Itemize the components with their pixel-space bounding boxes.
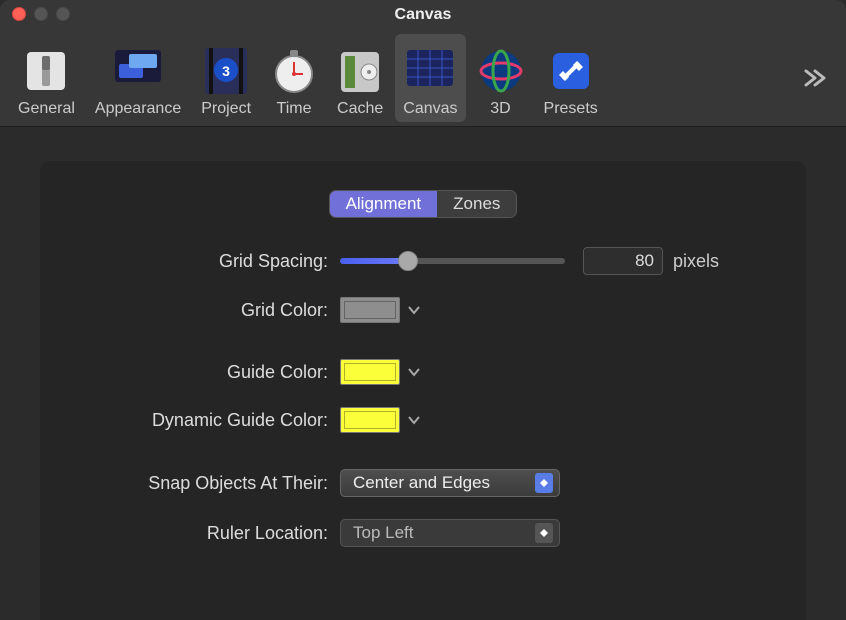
tab-label: Presets bbox=[544, 100, 598, 118]
tab-3d[interactable]: 3D bbox=[470, 34, 532, 122]
content-area: Alignment Zones Grid Spacing: 80 pixels … bbox=[0, 127, 846, 620]
preferences-window: Canvas General Appearance 3 Project Tim bbox=[0, 0, 846, 620]
grid-spacing-field[interactable]: 80 bbox=[583, 247, 663, 275]
tab-canvas[interactable]: Canvas bbox=[395, 34, 465, 122]
settings-panel: Alignment Zones Grid Spacing: 80 pixels … bbox=[40, 161, 806, 620]
tab-label: Appearance bbox=[95, 100, 181, 118]
general-icon bbox=[23, 48, 69, 94]
ruler-location-row: Ruler Location: Top Left bbox=[70, 519, 776, 547]
subview-tabs: Alignment Zones bbox=[330, 191, 517, 217]
tab-presets[interactable]: Presets bbox=[536, 34, 606, 122]
time-icon bbox=[271, 48, 317, 94]
tab-label: Project bbox=[201, 100, 251, 118]
project-icon: 3 bbox=[203, 48, 249, 94]
popup-value: Top Left bbox=[353, 523, 414, 543]
tab-alignment[interactable]: Alignment bbox=[330, 191, 438, 217]
canvas-icon bbox=[407, 48, 453, 94]
tab-general[interactable]: General bbox=[10, 34, 83, 122]
minimize-window-button[interactable] bbox=[34, 7, 48, 21]
popup-value: Center and Edges bbox=[353, 473, 490, 493]
popup-arrows-icon bbox=[535, 473, 553, 493]
window-title: Canvas bbox=[0, 0, 846, 30]
dynamic-guide-color-row: Dynamic Guide Color: bbox=[70, 407, 776, 433]
svg-text:3: 3 bbox=[222, 63, 230, 79]
grid-spacing-row: Grid Spacing: 80 pixels bbox=[70, 247, 776, 275]
guide-color-label: Guide Color: bbox=[70, 362, 340, 383]
grid-spacing-unit: pixels bbox=[673, 251, 719, 272]
chevron-down-icon[interactable] bbox=[408, 367, 420, 377]
tab-appearance[interactable]: Appearance bbox=[87, 34, 189, 122]
appearance-icon bbox=[115, 48, 161, 94]
guide-color-row: Guide Color: bbox=[70, 359, 776, 385]
tab-label: 3D bbox=[490, 100, 510, 118]
grid-color-well[interactable] bbox=[340, 297, 400, 323]
tab-project[interactable]: 3 Project bbox=[193, 34, 259, 122]
popup-arrows-icon bbox=[535, 523, 553, 543]
tab-label: Cache bbox=[337, 100, 383, 118]
titlebar: Canvas bbox=[0, 0, 846, 30]
grid-color-label: Grid Color: bbox=[70, 300, 340, 321]
snap-objects-popup[interactable]: Center and Edges bbox=[340, 469, 560, 497]
tab-label: General bbox=[18, 100, 75, 118]
chevron-down-icon[interactable] bbox=[408, 305, 420, 315]
dynamic-guide-color-well[interactable] bbox=[340, 407, 400, 433]
ruler-location-popup[interactable]: Top Left bbox=[340, 519, 560, 547]
ruler-location-label: Ruler Location: bbox=[70, 523, 340, 544]
presets-icon bbox=[548, 48, 594, 94]
grid-spacing-slider[interactable] bbox=[340, 258, 565, 264]
preferences-toolbar: General Appearance 3 Project Time Cache bbox=[0, 30, 846, 127]
close-window-button[interactable] bbox=[12, 7, 26, 21]
grid-color-row: Grid Color: bbox=[70, 297, 776, 323]
chevron-down-icon[interactable] bbox=[408, 415, 420, 425]
tab-cache[interactable]: Cache bbox=[329, 34, 391, 122]
tab-label: Time bbox=[277, 100, 312, 118]
dynamic-guide-color-label: Dynamic Guide Color: bbox=[70, 410, 340, 431]
tab-time[interactable]: Time bbox=[263, 34, 325, 122]
guide-color-well[interactable] bbox=[340, 359, 400, 385]
tab-zones[interactable]: Zones bbox=[437, 191, 516, 217]
toolbar-overflow-button[interactable] bbox=[802, 67, 828, 89]
3d-icon bbox=[478, 48, 524, 94]
snap-objects-row: Snap Objects At Their: Center and Edges bbox=[70, 469, 776, 497]
traffic-lights bbox=[12, 7, 70, 21]
tab-label: Canvas bbox=[403, 100, 457, 118]
snap-objects-label: Snap Objects At Their: bbox=[70, 473, 340, 494]
grid-spacing-label: Grid Spacing: bbox=[70, 251, 340, 272]
cache-icon bbox=[337, 48, 383, 94]
zoom-window-button[interactable] bbox=[56, 7, 70, 21]
